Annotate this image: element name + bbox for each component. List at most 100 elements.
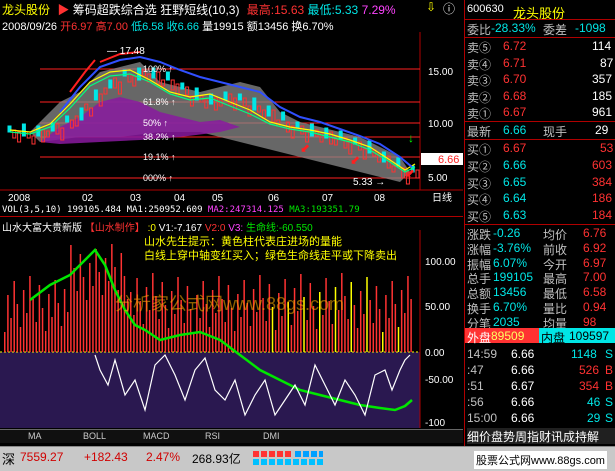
volume-bar [281,316,283,352]
volume-bar [363,314,365,352]
sell-row-cell: 卖⑤ [467,41,492,55]
buy-row-cell: 6.66 [503,157,527,172]
buy-row-cell: 买① [467,143,492,157]
chart-area[interactable]: 龙头股份 ▶ 筹码超跌综合选 狂野短线(10,3) 最高:15.63 最低:5.… [0,0,463,446]
volume-bar [256,312,258,352]
buy-row-cell: 买③ [467,176,492,191]
tick-row-cell: S [605,395,614,409]
x-tick: 07 [322,193,334,204]
tick-row-cell: 6.67 [511,379,535,393]
volume-bar [38,285,41,352]
volume-bar [353,305,356,352]
volume-bar [161,282,163,352]
stat-row-cell: 6.97 [583,255,607,270]
tick-row-cell: B [605,363,614,377]
volume-bar [16,304,19,352]
volume-bar [243,280,245,352]
indicator-chart[interactable]: 100.00 50.00 0.00 -50.00 -100 分析家公式网www.88gs… [0,230,463,428]
volume-bar [60,326,63,352]
quote-bottom-tabs[interactable]: 细价盘势周指财讯成持解 [467,428,615,444]
volume-bar [44,331,47,352]
stat-row-cell: 0.94 [583,300,607,314]
volume-bar [359,291,362,352]
tab-rsi[interactable]: RSI [205,431,220,441]
weibi-value: -28.33% [491,21,536,35]
volume-bar [148,310,151,352]
volume-bar [265,321,267,352]
volume-bar [26,313,28,352]
low-label: 最低:5.33 [307,3,359,17]
volume-bar [41,308,44,352]
buy-row-cell: 53 [600,141,614,155]
volume-bar [315,329,318,352]
info-icon[interactable]: ⓘ [443,0,455,17]
price-chart[interactable]: ⬋ ⬋ ↓ ⬋ — 17.48 5.33 → 100% ↑ 61.8% ↑ 50% … [0,32,463,232]
candle [7,125,12,133]
volume-bar [378,309,381,352]
candle [21,123,26,137]
watermark: 分析家公式网www.88gs.com [115,294,344,314]
fib-label: 100% ↑ [143,64,173,74]
sell-row-cell: 卖② [467,90,492,105]
buy-row-cell: 184 [592,208,613,223]
candle [93,89,98,101]
fib-label: 000% ↑ [143,173,173,183]
tab-dmi[interactable]: DMI [263,431,280,441]
fib-label: 50% ↑ [143,118,168,128]
volume-bar [193,332,195,352]
breadth-bar [253,451,323,457]
volume-bar [158,319,160,352]
volume-bar [85,300,88,352]
header-line1: 龙头股份 ▶ 筹码超跌综合选 狂野短线(10,3) 最高:15.63 最低:5.… [2,1,396,17]
sell-row-cell: 卖① [467,107,492,121]
quote-title: 600630 龙头股份 [465,2,615,21]
tick-row: 14:59 6.66 1148 S [465,346,615,363]
y-tick: 10.00 [428,119,453,130]
candle [281,111,286,121]
buy-row-cell: 6.63 [503,208,527,223]
sell-row-cell: 114 [592,39,612,53]
sell-row-cell: 卖④ [467,57,492,72]
tab-macd[interactable]: MACD [143,431,170,441]
volume-bar [385,295,387,352]
index-amount: 268.93亿 [192,452,241,466]
buy-row-cell: 186 [592,191,613,206]
indicator-params: (10,3) [208,3,240,17]
volume-bar [67,312,69,352]
sell-row: 卖② 6.68 185 [465,88,615,105]
tick-row-cell: 1148 [571,347,597,361]
buy-row-cell: 603 [592,157,613,172]
inner-value: 109597 [569,329,610,343]
candle [12,129,17,139]
buy-row-cell: 买⑤ [467,210,492,225]
tick-row-cell: 6.66 [511,411,535,425]
hand-value: 29 [595,123,609,137]
volume-bar [51,317,53,352]
volume-bar [70,245,72,352]
volume-bar [344,296,346,352]
download-icon[interactable]: ⇩ [426,0,436,14]
volume-bar [215,313,217,352]
stat-row-cell: -3.76% [493,240,532,255]
volume-bar [208,327,211,352]
volume-bar [7,295,9,352]
stat-row-cell: 6.92 [583,240,607,255]
indicator2[interactable]: 狂野短线 [160,3,208,17]
tab-boll[interactable]: BOLL [83,431,106,441]
candle [237,93,242,101]
indicator-title[interactable]: 筹码超跌综合选 [73,3,157,17]
tick-row-cell: 46 [587,395,601,409]
weibi-row: 委比 -28.33% 委差 -1098 [465,20,615,37]
tick-row-cell: S [605,411,614,425]
volume-bar [174,314,176,352]
volume-bar [177,277,179,352]
tab-ma[interactable]: MA [28,431,42,441]
volume-bar [54,280,56,352]
outer-inner-row: 外盘 89509 内盘 109597 [465,328,615,345]
low-label-chart: 5.33 → [353,177,385,188]
stat-row-cell: 6.76 [583,226,607,240]
volume-bar [388,318,390,352]
volume-bar [397,327,400,352]
x-tick: 03 [130,193,142,204]
vol-ma3: MA3:193351.79 [289,205,360,215]
